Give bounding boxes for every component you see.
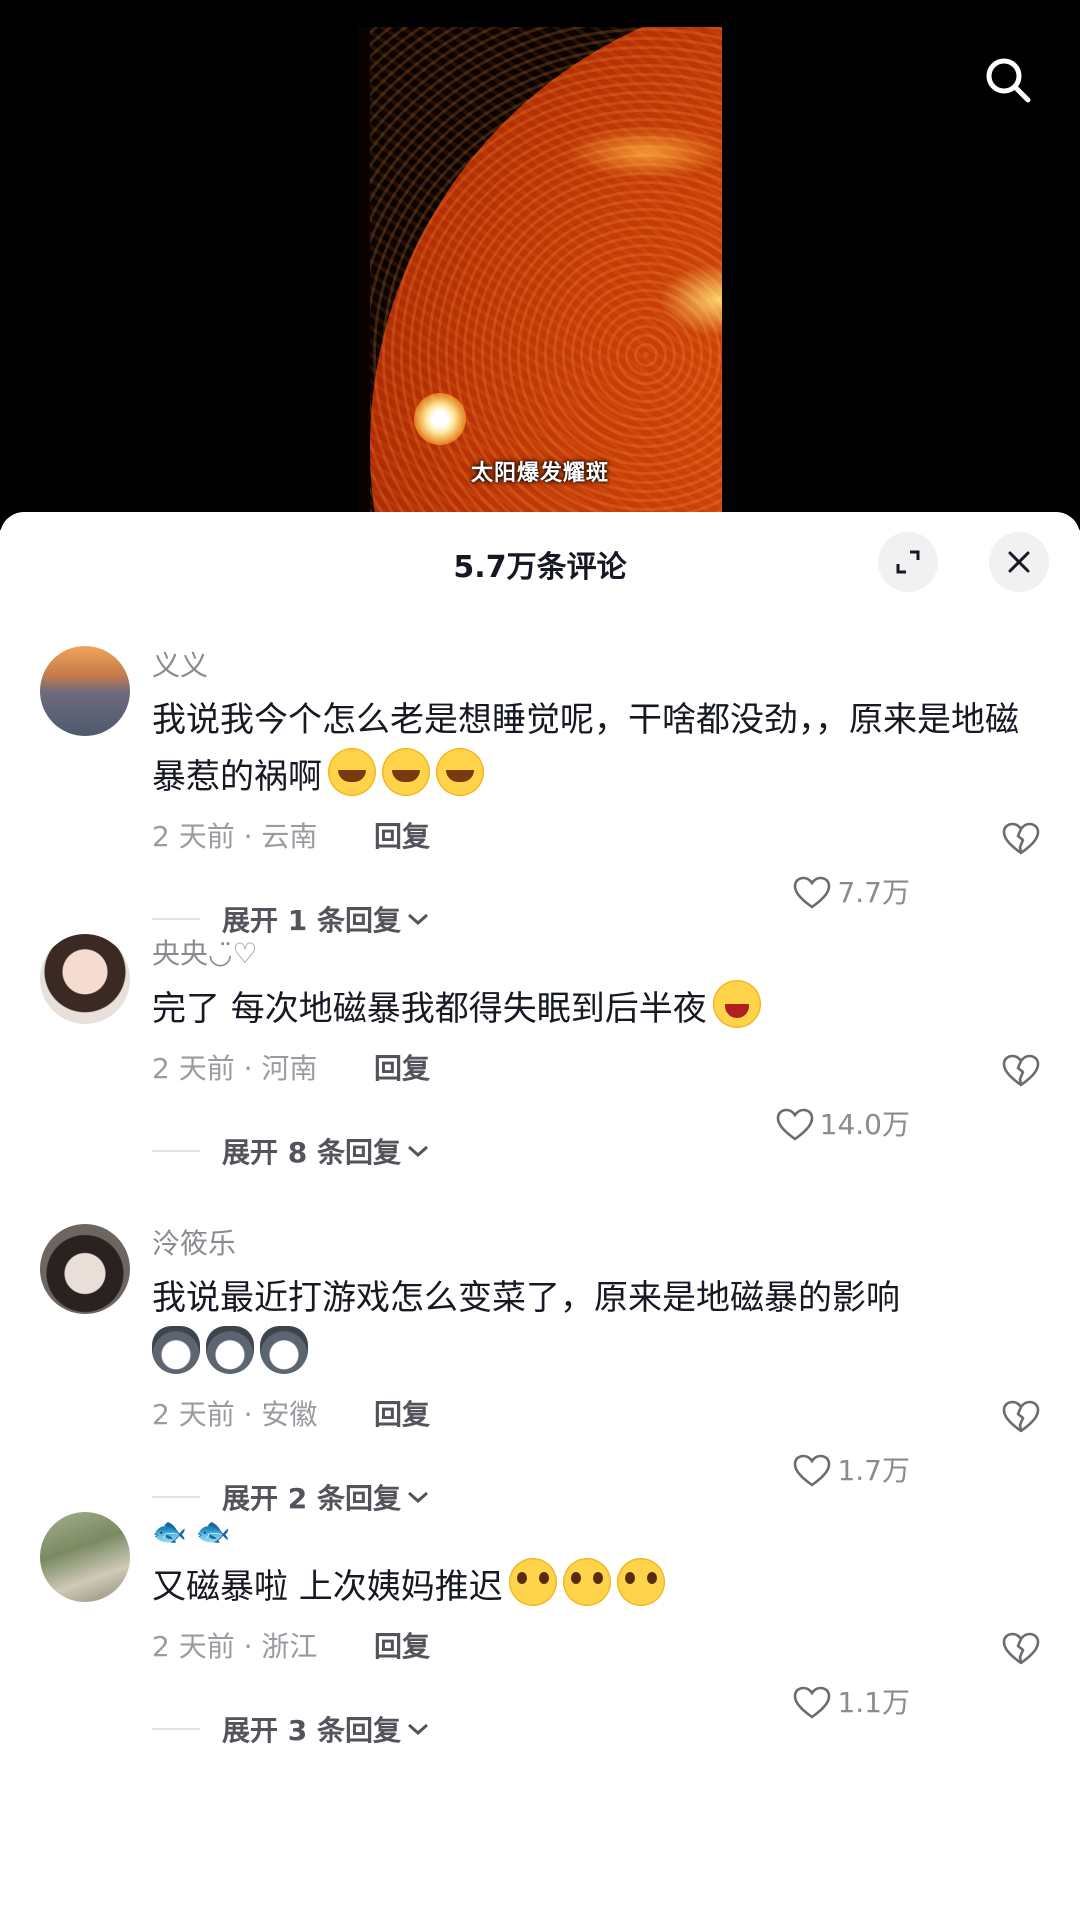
comment-text: 我说我今个怎么老是想睡觉呢，干啥都没劲，，原来是地磁暴惹的祸啊	[152, 692, 1040, 805]
comment-time-location: 2 天前 · 安徽	[152, 1398, 318, 1431]
comment-username[interactable]: 泠筱乐	[152, 1224, 1040, 1264]
comment-text: 又磁暴啦 上次姨妈推迟	[152, 1558, 1040, 1615]
comment-text: 我说最近打游戏怎么变菜了，原来是地磁暴的影响	[152, 1270, 1040, 1383]
comment-text-content: 又磁暴啦 上次姨妈推迟	[152, 1567, 503, 1607]
video-frame[interactable]: 太阳爆发耀斑	[358, 27, 722, 530]
expand-replies-button[interactable]: 展开 3 条回复	[222, 1709, 431, 1749]
crying-face-emoji	[436, 748, 484, 796]
chevron-down-icon	[407, 1491, 428, 1504]
comment-text: 完了 每次地磁暴我都得失眠到后半夜	[152, 980, 1040, 1037]
expand-replies-label: 展开 2 条回复	[222, 1482, 401, 1515]
comment-username[interactable]: 🐟 🐟	[152, 1512, 1040, 1552]
comment-username[interactable]: 义义	[152, 646, 1040, 686]
comment-meta: 2 天前 · 云南 回复 7.7万	[152, 809, 1040, 909]
close-button[interactable]	[989, 532, 1049, 592]
expand-replies-button[interactable]: 展开 1 条回复	[222, 899, 431, 939]
comment-meta: 2 天前 · 浙江 回复 1.1万	[152, 1619, 1040, 1719]
comment-meta: 2 天前 · 安徽 回复 1.7万	[152, 1387, 1040, 1487]
expand-replies-label: 展开 3 条回复	[222, 1714, 401, 1747]
comment-text-content: 完了 每次地磁暴我都得失眠到后半夜	[152, 989, 707, 1029]
dislike-button[interactable]	[1002, 1051, 1040, 1107]
dislike-button[interactable]	[1002, 1629, 1040, 1685]
comments-sheet: 5.7万条评论 义义 我说我今个怎么老是想睡觉呢，干啥都没劲，，原来是地磁暴惹的…	[0, 512, 1080, 1916]
chevron-down-icon	[407, 913, 428, 926]
husky-emoji	[152, 1326, 200, 1374]
pleading-face-emoji	[562, 1558, 611, 1606]
expand-replies: 展开 3 条回复	[152, 1699, 1040, 1759]
expand-replies-button[interactable]: 展开 8 条回复	[222, 1131, 431, 1171]
avatar[interactable]	[40, 646, 130, 736]
avatar[interactable]	[40, 1224, 130, 1314]
broken-heart-icon	[1002, 1400, 1040, 1433]
chevron-down-icon	[407, 1145, 428, 1158]
reply-button[interactable]: 回复	[374, 1041, 430, 1097]
divider	[152, 918, 200, 920]
broken-heart-icon	[1002, 1632, 1040, 1665]
comment-text-content: 我说我今个怎么老是想睡觉呢，干啥都没劲，，原来是地磁暴惹的祸啊	[152, 700, 1019, 797]
divider	[152, 1496, 200, 1498]
search-icon	[986, 58, 1031, 103]
comment-text-content: 我说最近打游戏怎么变菜了，原来是地磁暴的影响	[152, 1278, 900, 1318]
expand-replies-button[interactable]: 展开 2 条回复	[222, 1477, 431, 1517]
video-player[interactable]: 太阳爆发耀斑	[0, 0, 1080, 530]
dislike-button[interactable]	[1002, 1397, 1040, 1453]
expand-button[interactable]	[878, 532, 938, 592]
comment-meta: 2 天前 · 河南 回复 14.0万	[152, 1041, 1040, 1141]
close-icon	[1008, 551, 1030, 573]
avatar[interactable]	[40, 934, 130, 1024]
flare-glow	[410, 389, 470, 449]
husky-emoji	[260, 1326, 308, 1374]
reply-button[interactable]: 回复	[374, 809, 430, 865]
broken-heart-icon	[1002, 1054, 1040, 1087]
divider	[152, 1150, 200, 1152]
laughing-crying-face-emoji	[712, 980, 761, 1028]
divider	[152, 1728, 200, 1730]
expand-replies-label: 展开 1 条回复	[222, 904, 401, 937]
search-button[interactable]	[980, 52, 1036, 108]
husky-emoji	[206, 1326, 254, 1374]
dislike-button[interactable]	[1002, 819, 1040, 875]
pleading-face-emoji	[616, 1558, 665, 1606]
comment-time-location: 2 天前 · 云南	[152, 820, 318, 853]
expand-icon	[896, 550, 920, 574]
crying-face-emoji	[328, 748, 376, 796]
reply-button[interactable]: 回复	[374, 1387, 430, 1443]
broken-heart-icon	[1002, 822, 1040, 855]
comment-time-location: 2 天前 · 河南	[152, 1052, 318, 1085]
video-caption: 太阳爆发耀斑	[470, 461, 609, 486]
reply-button[interactable]: 回复	[374, 1619, 430, 1675]
sheet-header: 5.7万条评论	[0, 512, 1080, 612]
chevron-down-icon	[407, 1723, 428, 1736]
comment-username[interactable]: 央央◡̈♡	[152, 934, 1040, 974]
pleading-face-emoji	[508, 1558, 557, 1606]
avatar[interactable]	[40, 1512, 130, 1602]
expand-replies: 展开 8 条回复	[152, 1121, 1040, 1181]
crying-face-emoji	[382, 748, 430, 796]
comment-time-location: 2 天前 · 浙江	[152, 1630, 318, 1663]
expand-replies-label: 展开 8 条回复	[222, 1136, 401, 1169]
